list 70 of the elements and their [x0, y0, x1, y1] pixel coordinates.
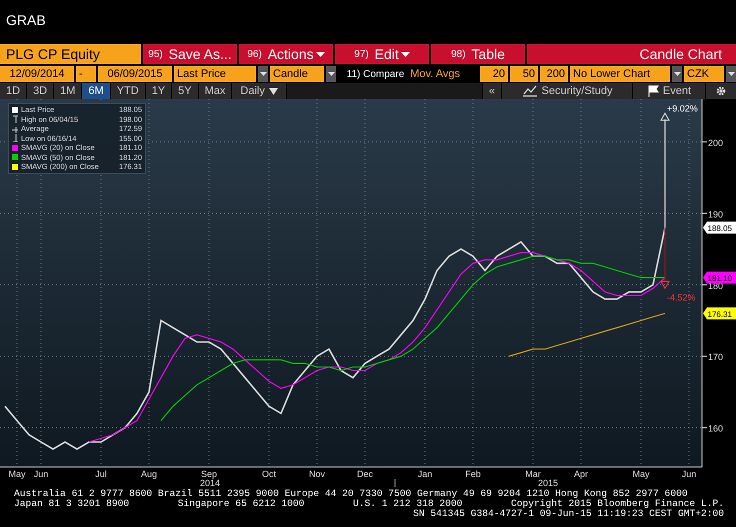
- value-tag: 181.10: [703, 272, 736, 284]
- x-axis-label: Feb: [465, 469, 481, 479]
- toolbar-button[interactable]: 98) Table: [431, 44, 525, 64]
- settings-button[interactable]: [706, 83, 736, 99]
- collapse-button[interactable]: «: [482, 83, 501, 99]
- footer-text: U.S. 1 212 318 2000: [352, 499, 462, 509]
- percent-change-label: +9.02%: [667, 103, 698, 114]
- security-study-button[interactable]: Security/Study: [502, 83, 632, 99]
- mov-avg-field[interactable]: 200: [540, 66, 568, 82]
- period-tab[interactable]: 3D: [27, 83, 54, 99]
- lower-chart-dropdown[interactable]: No Lower Chart: [570, 66, 670, 82]
- value-tag: 176.31: [703, 307, 736, 320]
- window-title: GRAB: [6, 12, 46, 28]
- y-axis-label: 190: [708, 209, 724, 220]
- x-axis-label: Jun: [34, 469, 48, 479]
- date-separator: -: [76, 66, 96, 82]
- mov-avg-field[interactable]: 50: [510, 66, 538, 82]
- compare-link[interactable]: 11) Compare: [346, 66, 404, 82]
- x-axis-label: Dec: [357, 469, 373, 479]
- x-axis-label: Jan: [418, 469, 432, 479]
- x-axis-label: Oct: [262, 469, 276, 479]
- average-marker-icon: [12, 124, 18, 133]
- high-marker-icon: [12, 115, 18, 124]
- x-axis-label: Mar: [525, 469, 541, 479]
- y-axis-label: 170: [708, 352, 724, 362]
- mov-avgs-label: Mov. Avgs: [410, 67, 460, 82]
- year-label: 2015: [538, 478, 558, 487]
- period-tab[interactable]: YTD: [110, 83, 145, 99]
- x-axis-label: Apr: [574, 469, 588, 479]
- x-axis-label: Jun: [682, 469, 696, 479]
- period-tab[interactable]: 6M: [82, 83, 110, 99]
- period-tab[interactable]: 1D: [0, 83, 26, 99]
- y-axis-label: 160: [708, 424, 724, 434]
- style-dropdown[interactable]: Candle: [270, 66, 324, 82]
- period-tab[interactable]: 5Y: [172, 83, 198, 99]
- toolbar-button[interactable]: 96) Actions: [239, 44, 333, 64]
- percent-change-label: -4.52%: [667, 292, 696, 302]
- toolbar-button[interactable]: 97) Edit: [335, 44, 429, 64]
- frequency-dropdown[interactable]: Daily: [232, 83, 286, 99]
- security-field[interactable]: PLG CP Equity: [0, 44, 141, 64]
- chart-type-title: Candle Chart: [640, 46, 722, 62]
- end-date-field[interactable]: 06/09/2015: [98, 66, 172, 82]
- field-dropdown[interactable]: Last Price: [174, 66, 256, 82]
- footer-text: Japan 81 3 3201 8900: [14, 499, 130, 509]
- x-axis-label: Aug: [141, 469, 157, 479]
- period-tab[interactable]: Max: [198, 83, 232, 99]
- period-tab[interactable]: 1M: [54, 83, 82, 99]
- x-axis-label: Nov: [309, 469, 325, 479]
- line-chart-icon: [522, 85, 538, 97]
- settings-icon: [715, 85, 727, 97]
- footer-text: Copyright 2015 Bloomberg Finance L.P.: [510, 499, 724, 509]
- y-axis-label: 200: [708, 138, 724, 148]
- x-axis-label: May: [8, 469, 26, 479]
- event-button[interactable]: Event: [633, 83, 705, 99]
- footer-serial: SN 541345 G384-4727-1 09-Jun-15 11:19:23 CEST GMT+2:00: [413, 509, 724, 519]
- flag-icon: [646, 85, 659, 97]
- value-tag: 188.05: [703, 222, 736, 234]
- x-axis-label: May: [632, 469, 650, 479]
- start-date-field[interactable]: 12/09/2014: [0, 66, 74, 82]
- low-marker-icon: [12, 134, 18, 142]
- caret-icon: [268, 88, 278, 94]
- toolbar-button[interactable]: 95) Save As...: [143, 44, 237, 64]
- x-axis-label: Sep: [201, 469, 217, 479]
- currency-dropdown[interactable]: CZK: [684, 66, 724, 82]
- period-tab[interactable]: 1Y: [146, 83, 172, 99]
- footer-contacts: Australia 61 2 9777 8600 Brazil 5511 2395 9000 Europe 44 20 7330 7500 Germany 49 69 9204 1210 Hong Kong 852 2977 6000: [14, 489, 689, 499]
- x-axis-label: Jul: [95, 469, 107, 479]
- mov-avg-field[interactable]: 20: [480, 66, 508, 82]
- footer-text: Singapore 65 6212 1000: [178, 499, 304, 509]
- year-label: 2014: [200, 478, 220, 487]
